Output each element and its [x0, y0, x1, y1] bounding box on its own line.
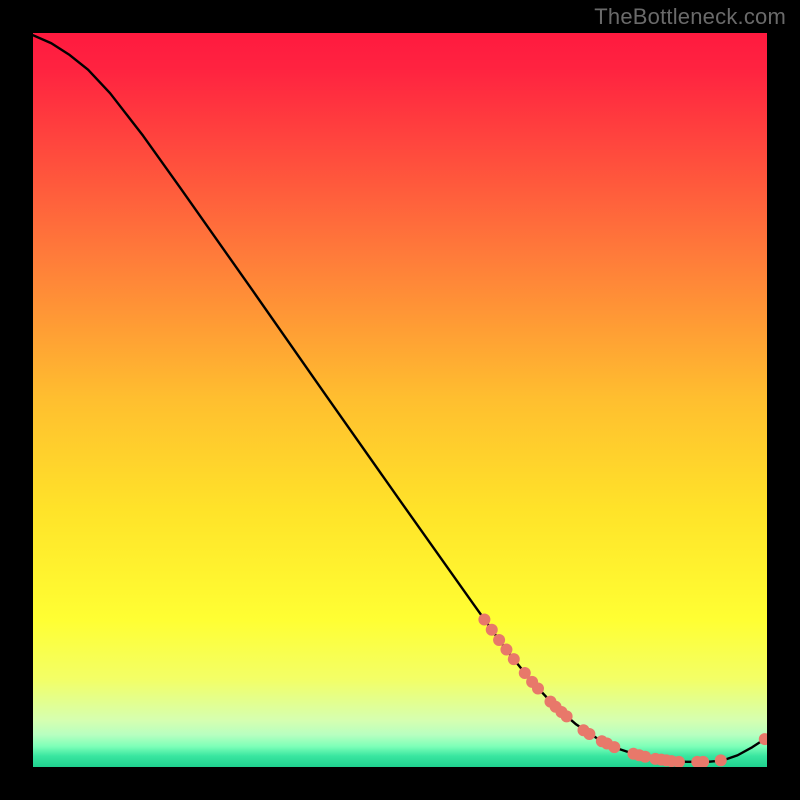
- data-marker: [493, 634, 505, 646]
- chart-svg: [33, 33, 767, 767]
- data-marker: [508, 653, 520, 665]
- watermark-text: TheBottleneck.com: [594, 4, 786, 30]
- gradient-background: [33, 33, 767, 767]
- data-marker: [583, 728, 595, 740]
- chart-container: TheBottleneck.com: [0, 0, 800, 800]
- data-marker: [715, 754, 727, 766]
- data-marker: [486, 624, 498, 636]
- data-marker: [500, 644, 512, 656]
- plot-area: [33, 33, 767, 767]
- data-marker: [608, 741, 620, 753]
- data-marker: [561, 710, 573, 722]
- data-marker: [478, 613, 490, 625]
- data-marker: [532, 682, 544, 694]
- data-marker: [639, 751, 651, 763]
